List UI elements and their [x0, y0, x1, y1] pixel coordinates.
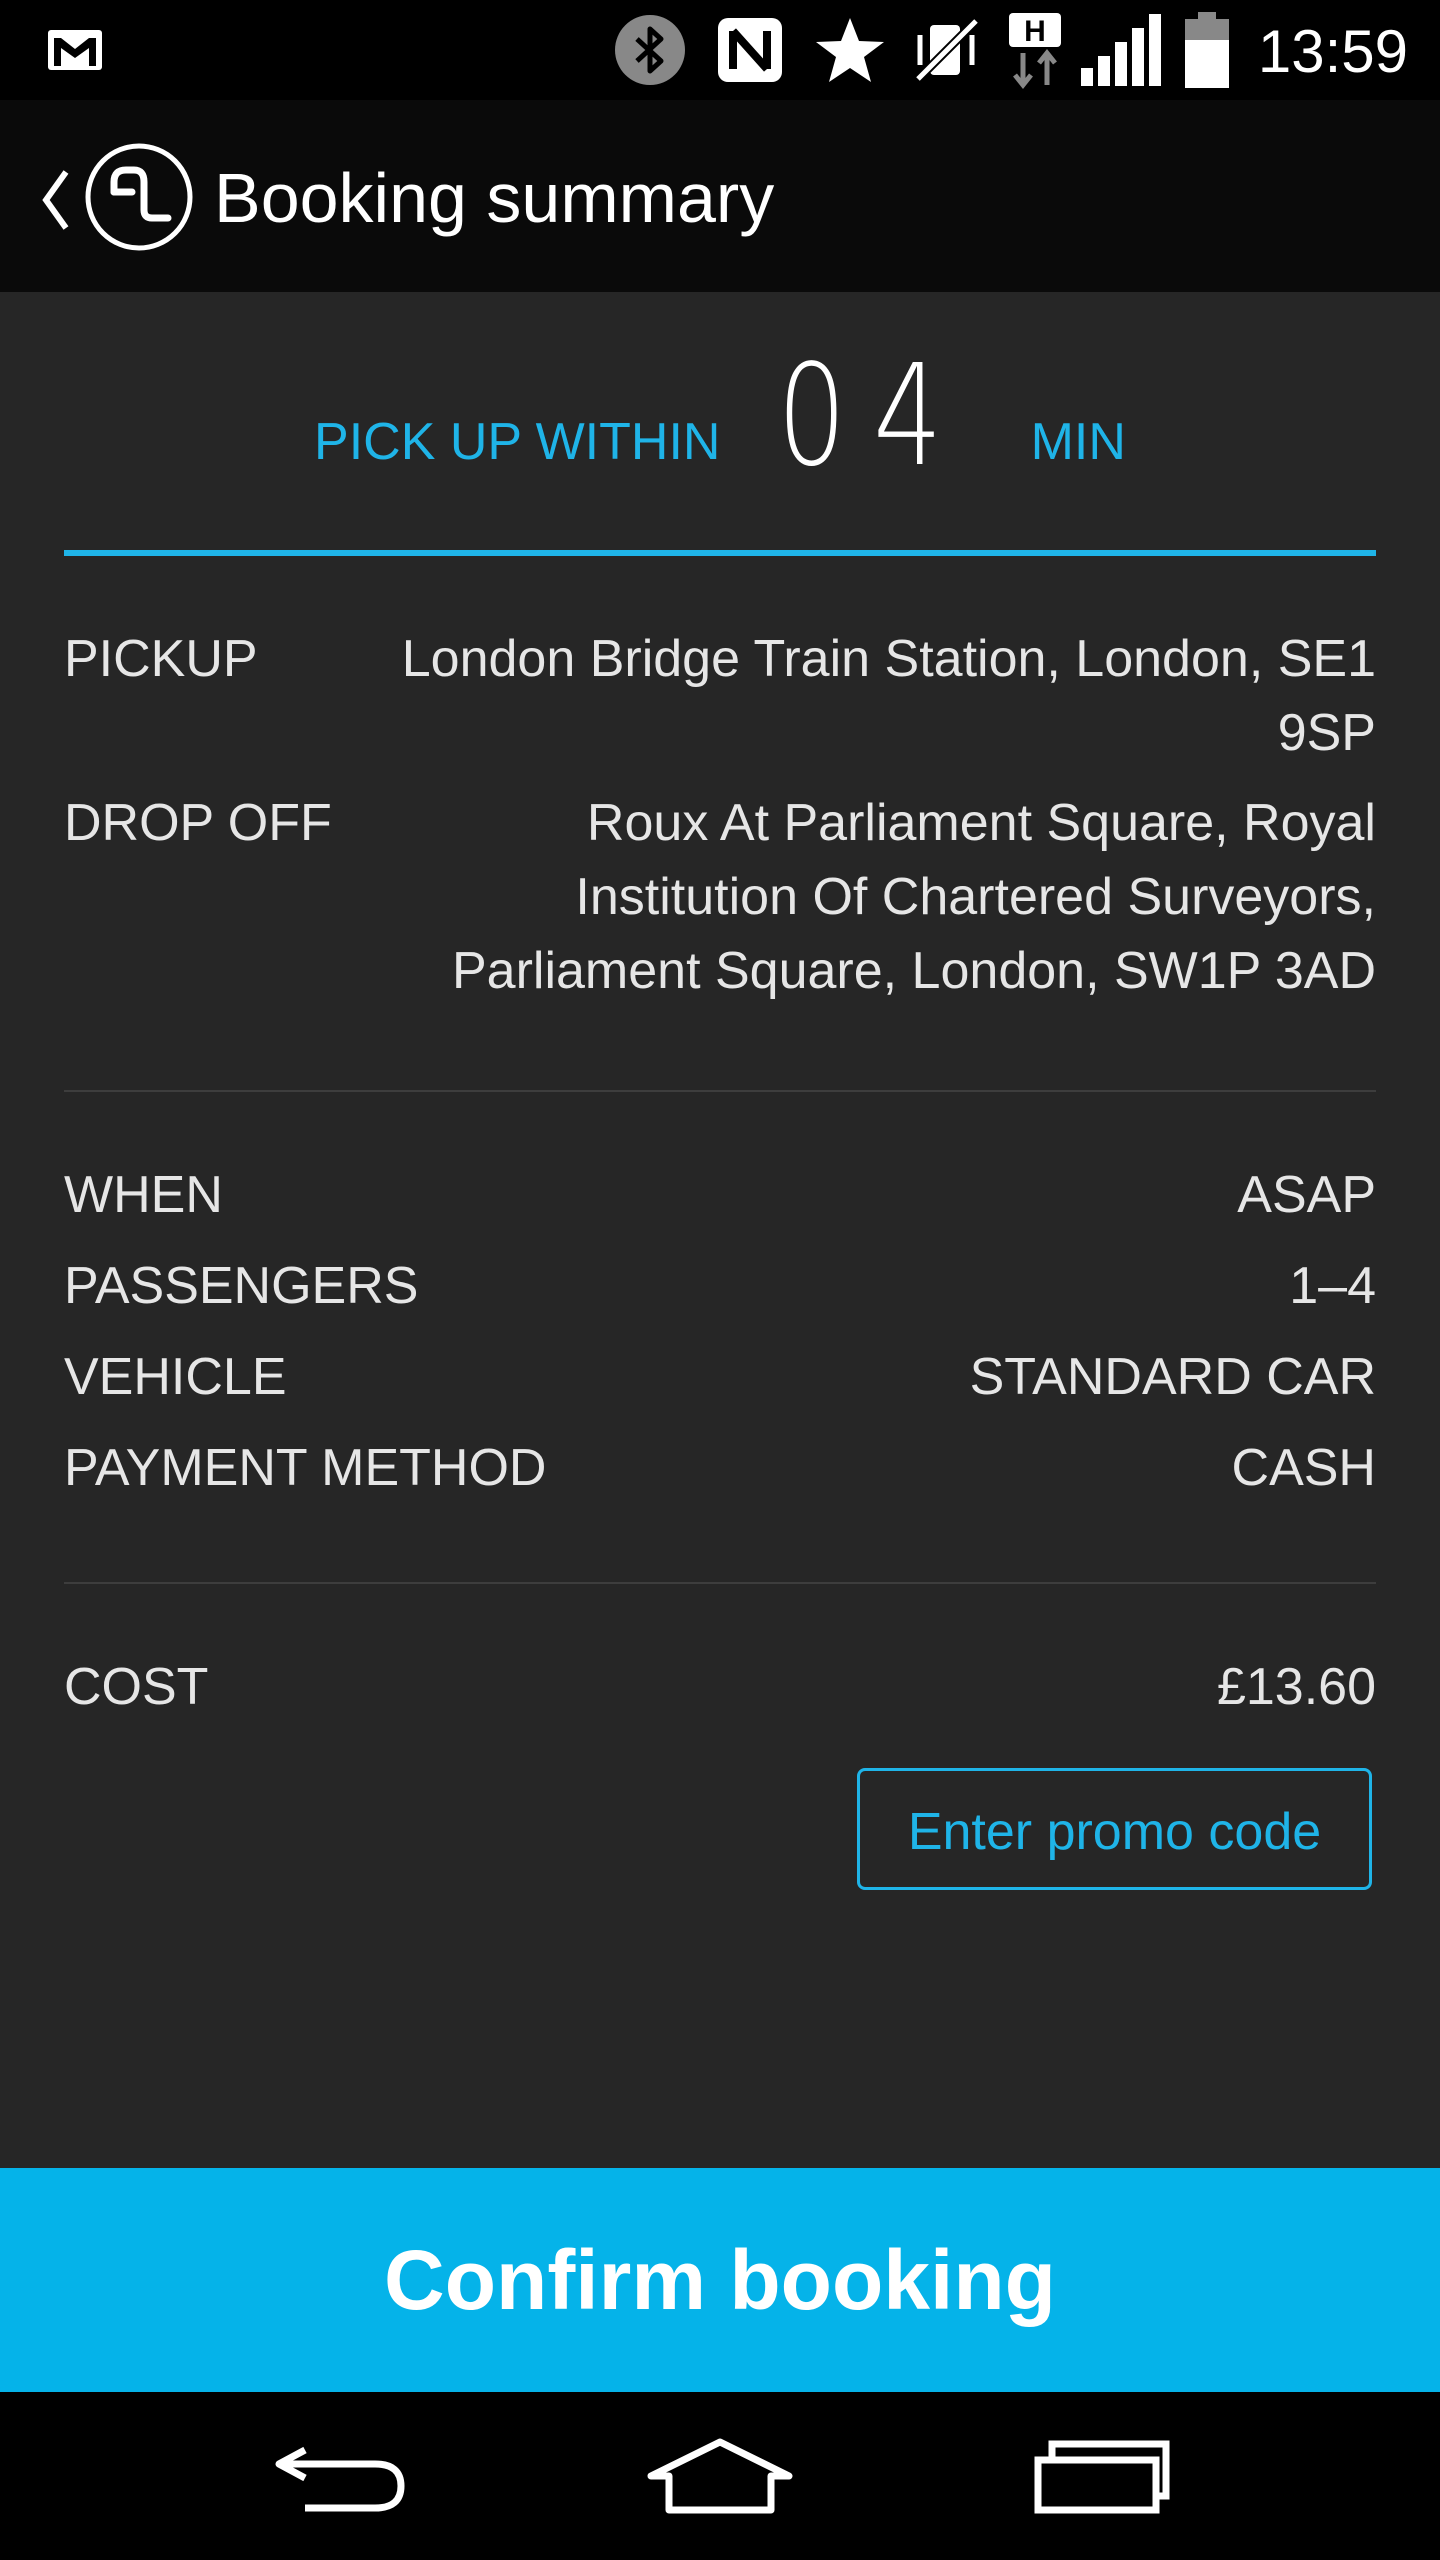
page-title: Booking summary: [214, 159, 775, 237]
system-nav-bar: [0, 2392, 1440, 2560]
cost-value: £13.60: [1216, 1658, 1376, 1716]
payment-value: CASH: [1231, 1439, 1376, 1497]
nfc-icon: [710, 0, 790, 100]
star-icon: [812, 0, 888, 100]
vehicle-value: STANDARD CAR: [969, 1348, 1376, 1406]
section-divider: [64, 1582, 1376, 1584]
confirm-booking-button[interactable]: Confirm booking: [0, 2168, 1440, 2392]
vehicle-label: VEHICLE: [64, 1348, 287, 1406]
hspa-data-icon: H: [1004, 0, 1066, 100]
when-value: ASAP: [1237, 1166, 1376, 1224]
battery-icon: [1180, 0, 1234, 100]
nav-recents-icon[interactable]: [1022, 2426, 1182, 2526]
cost-row: COST £13.60: [64, 1650, 1376, 1730]
app-logo-icon[interactable]: [84, 142, 194, 252]
cost-label: COST: [64, 1658, 209, 1716]
signal-icon: [1078, 0, 1164, 100]
dropoff-label: DROP OFF: [64, 794, 332, 852]
eta-divider: [64, 550, 1376, 556]
nav-back-icon[interactable]: [260, 2426, 420, 2526]
when-label: WHEN: [64, 1166, 223, 1224]
action-bar: Booking summary: [0, 100, 1440, 292]
eta-minutes: 04: [777, 335, 970, 498]
passengers-label: PASSENGERS: [64, 1257, 419, 1315]
promo-code-button[interactable]: Enter promo code: [857, 1768, 1372, 1890]
pickup-eta: PICK UP WITHIN 04 MIN: [64, 335, 1376, 498]
payment-row: PAYMENT METHOD CASH: [64, 1431, 1376, 1511]
dropoff-row: DROP OFF Roux At Parliament Square, Roya…: [64, 786, 1376, 1016]
back-chevron-icon[interactable]: [36, 160, 76, 240]
pickup-label: PICKUP: [64, 630, 258, 688]
nav-home-icon[interactable]: [640, 2426, 800, 2526]
section-divider: [64, 1090, 1376, 1092]
status-time: 13:59: [1257, 18, 1408, 85]
svg-text:H: H: [1024, 15, 1046, 48]
pickup-row: PICKUP London Bridge Train Station, Lond…: [64, 622, 1376, 782]
dropoff-value: Roux At Parliament Square, Royal Institu…: [451, 794, 1376, 1000]
bluetooth-icon: [610, 0, 690, 100]
status-bar: H 13:59: [0, 0, 1440, 100]
payment-label: PAYMENT METHOD: [64, 1439, 547, 1497]
eta-unit: MIN: [1030, 413, 1126, 471]
pickup-value: London Bridge Train Station, London, SE1…: [401, 630, 1376, 762]
vibrate-off-icon: [910, 0, 984, 100]
booking-summary-content: PICK UP WITHIN 04 MIN PICKUP London Brid…: [0, 292, 1440, 2168]
vehicle-row: VEHICLE STANDARD CAR: [64, 1340, 1376, 1420]
gmail-icon: [44, 0, 106, 100]
eta-prefix: PICK UP WITHIN: [314, 413, 721, 471]
when-row: WHEN ASAP: [64, 1158, 1376, 1238]
passengers-row: PASSENGERS 1–4: [64, 1249, 1376, 1329]
passengers-value: 1–4: [1289, 1257, 1376, 1315]
